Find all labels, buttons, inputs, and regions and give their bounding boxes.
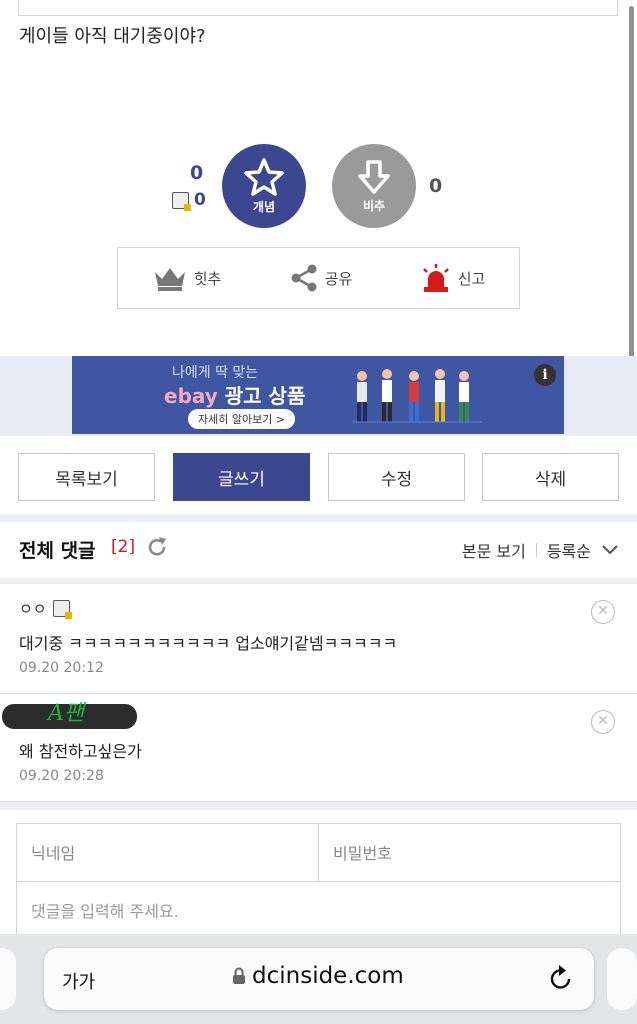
comment-date: 09.20 20:28 [19, 768, 104, 784]
url-display: dcinside.com [232, 963, 404, 989]
nickname-input[interactable]: 닉네임 [17, 824, 318, 881]
comment-author: ㅇㅇ [19, 598, 72, 619]
downvote-count: 0 [429, 175, 443, 197]
url-field[interactable]: 가가 dcinside.com [44, 948, 594, 1010]
comment-text: 대기중 ㅋㅋㅋㅋㅋㅋㅋㅋㅋㅋㅋ 업소얘기같넴ㅋㅋㅋㅋㅋ [19, 634, 398, 653]
comment-form-credentials: 닉네임 비밀번호 [17, 824, 620, 882]
best-recommend-label: 힛추 [193, 269, 222, 288]
vote-area: 0 0 개념 비추 0 [0, 140, 637, 230]
comment-delete-icon[interactable]: ✕ [591, 710, 615, 734]
comment-nick: ㅇㅇ [19, 600, 47, 618]
browser-address-bar: 가가 dcinside.com [0, 934, 637, 1024]
comment-textarea[interactable]: 댓글을 입력해 주세요. [17, 882, 620, 938]
upvote-count: 0 [190, 162, 204, 184]
ebay-ad-banner[interactable]: 나에게 딱 맞는 ebay 광고 상품 자세히 알아보기 > i [72, 356, 564, 434]
comments-options: 본문 보기 등록순 [462, 538, 619, 562]
comment-date: 09.20 20:12 [19, 660, 104, 676]
upvote-button[interactable]: 개념 [222, 144, 306, 228]
reload-icon[interactable] [548, 964, 574, 992]
post-button-row: 목록보기 글쓰기 수정 삭제 [18, 453, 619, 501]
upvote-label: 개념 [252, 199, 276, 214]
fixed-nick-icon [52, 600, 72, 619]
downvote-label: 비추 [362, 198, 386, 213]
comment-item: ㅇㅇ 대기중 ㅋㅋㅋㅋㅋㅋㅋㅋㅋㅋㅋ 업소얘기같넴ㅋㅋㅋㅋㅋ 09.20 20:… [0, 584, 637, 694]
write-button[interactable]: 글쓰기 [173, 453, 310, 501]
ad-headline-text: 광고 상품 [224, 384, 306, 408]
downvote-button[interactable]: 비추 [332, 144, 416, 228]
previous-tab-preview[interactable] [0, 948, 16, 1010]
comment-delete-icon[interactable]: ✕ [591, 600, 615, 624]
comment-text: 왜 참전하고싶은가 [19, 742, 142, 761]
separator [535, 543, 537, 557]
list-view-button[interactable]: 목록보기 [18, 453, 155, 501]
best-recommend-button[interactable]: 힛추 [152, 264, 222, 292]
report-label: 신고 [457, 269, 486, 288]
ad-headline: ebay 광고 상품 [164, 380, 305, 409]
ad-band: 나에게 딱 맞는 ebay 광고 상품 자세히 알아보기 > i [0, 356, 637, 436]
star-icon [244, 157, 284, 196]
post-content-box [18, 0, 618, 16]
down-arrow-icon [358, 159, 390, 194]
password-input[interactable]: 비밀번호 [318, 824, 620, 881]
view-body-button[interactable]: 본문 보기 [462, 538, 526, 562]
divider [0, 802, 637, 810]
ad-info-icon[interactable]: i [534, 364, 556, 386]
post-action-bar: 힛추 공유 신고 [117, 247, 520, 309]
ad-cta-button[interactable]: 자세히 알아보기 > [188, 409, 296, 429]
lock-icon [233, 967, 245, 984]
comment-item: A팬 왜 참전하고싶은가 09.20 20:28 ✕ [0, 694, 637, 802]
fixed-upvote-value: 0 [194, 190, 206, 210]
chevron-down-icon[interactable] [601, 544, 619, 556]
ad-brand: ebay [164, 384, 218, 408]
share-label: 공유 [324, 269, 353, 288]
delete-button[interactable]: 삭제 [482, 453, 619, 501]
fixed-upvote-count: 0 [172, 190, 206, 211]
ad-tagline: 나에게 딱 맞는 [172, 365, 259, 381]
share-icon [291, 264, 317, 292]
report-button[interactable]: 신고 [420, 263, 486, 293]
share-button[interactable]: 공유 [289, 263, 353, 293]
refresh-icon[interactable] [146, 536, 168, 558]
fixed-nick-icon [172, 191, 191, 211]
url-text: dcinside.com [252, 963, 404, 989]
crown-icon [154, 268, 185, 291]
edit-button[interactable]: 수정 [328, 453, 465, 501]
sort-select[interactable]: 등록순 [547, 538, 591, 562]
divider [0, 514, 637, 522]
comment-nick-handwritten: A팬 [48, 701, 85, 726]
comments-header: 전체 댓글 [2] 본문 보기 등록순 [0, 522, 637, 578]
siren-icon [422, 264, 449, 292]
post-body-text: 게이들 아직 대기중이야? [19, 26, 206, 47]
ad-people-illustration [352, 369, 482, 423]
text-size-button[interactable]: 가가 [62, 968, 95, 994]
next-tab-preview[interactable] [607, 948, 637, 1010]
comments-title: 전체 댓글 [19, 540, 96, 562]
comments-count: [2] [111, 537, 136, 557]
